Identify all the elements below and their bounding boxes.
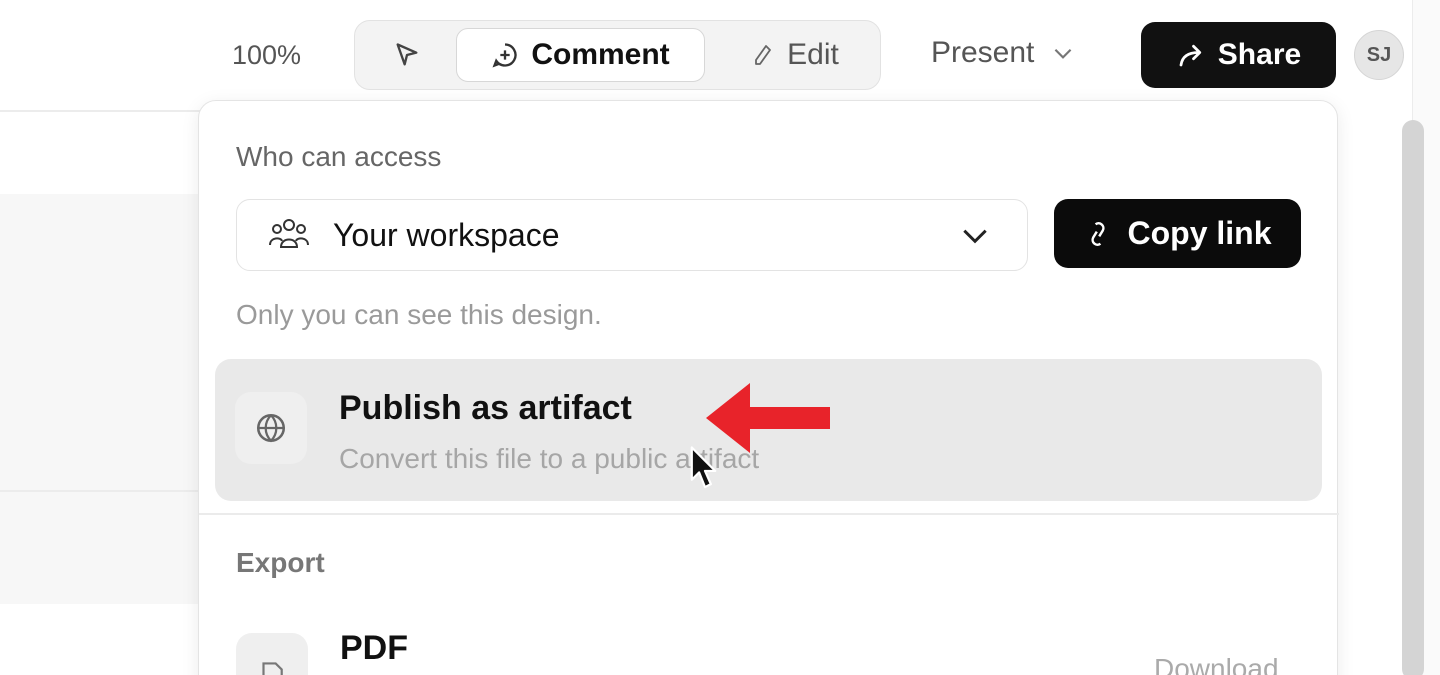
- comment-mode-button[interactable]: Comment: [456, 28, 705, 82]
- people-group-icon: [269, 219, 309, 248]
- file-icon: [236, 633, 308, 675]
- pencil-icon: [755, 45, 772, 65]
- mouse-cursor-icon: [690, 446, 717, 489]
- comment-plus-icon: [492, 43, 517, 68]
- access-select[interactable]: Your workspace: [236, 199, 1028, 271]
- share-arrow-icon: [1179, 44, 1201, 67]
- export-pdf-download[interactable]: Download: [1154, 653, 1279, 675]
- share-label: Share: [1217, 38, 1302, 71]
- present-button[interactable]: Present: [931, 36, 1076, 70]
- canvas-band: [0, 194, 210, 604]
- export-title: Export: [236, 547, 325, 578]
- chevron-down-icon: [1055, 48, 1072, 59]
- mode-switcher: Comment Edit: [354, 20, 881, 90]
- edit-mode-label: Edit: [787, 38, 839, 71]
- access-select-value: Your workspace: [333, 216, 560, 253]
- copy-link-label: Copy link: [1127, 215, 1272, 251]
- annotation-arrow-icon: [706, 383, 830, 453]
- canvas-divider: [0, 490, 210, 492]
- zoom-level[interactable]: 100%: [232, 40, 301, 71]
- comment-mode-label: Comment: [531, 38, 670, 71]
- link-icon: [1091, 221, 1106, 246]
- access-note: Only you can see this design.: [236, 299, 602, 330]
- cursor-pointer-icon: [396, 43, 418, 66]
- edit-mode-button[interactable]: Edit: [735, 21, 855, 89]
- toolbar-divider: [0, 110, 200, 112]
- access-title: Who can access: [236, 141, 442, 172]
- present-label: Present: [931, 36, 1035, 69]
- section-divider: [199, 513, 1339, 515]
- avatar[interactable]: SJ: [1354, 30, 1404, 80]
- share-button[interactable]: Share: [1141, 22, 1336, 88]
- chevron-down-icon: [963, 229, 987, 244]
- select-mode-button[interactable]: [367, 21, 447, 89]
- globe-icon: [235, 392, 307, 464]
- canvas-area: [0, 112, 210, 675]
- copy-link-button[interactable]: Copy link: [1054, 199, 1301, 268]
- publish-title: Publish as artifact: [339, 389, 632, 427]
- export-pdf-title[interactable]: PDF: [340, 629, 408, 668]
- scrollbar[interactable]: [1402, 120, 1424, 675]
